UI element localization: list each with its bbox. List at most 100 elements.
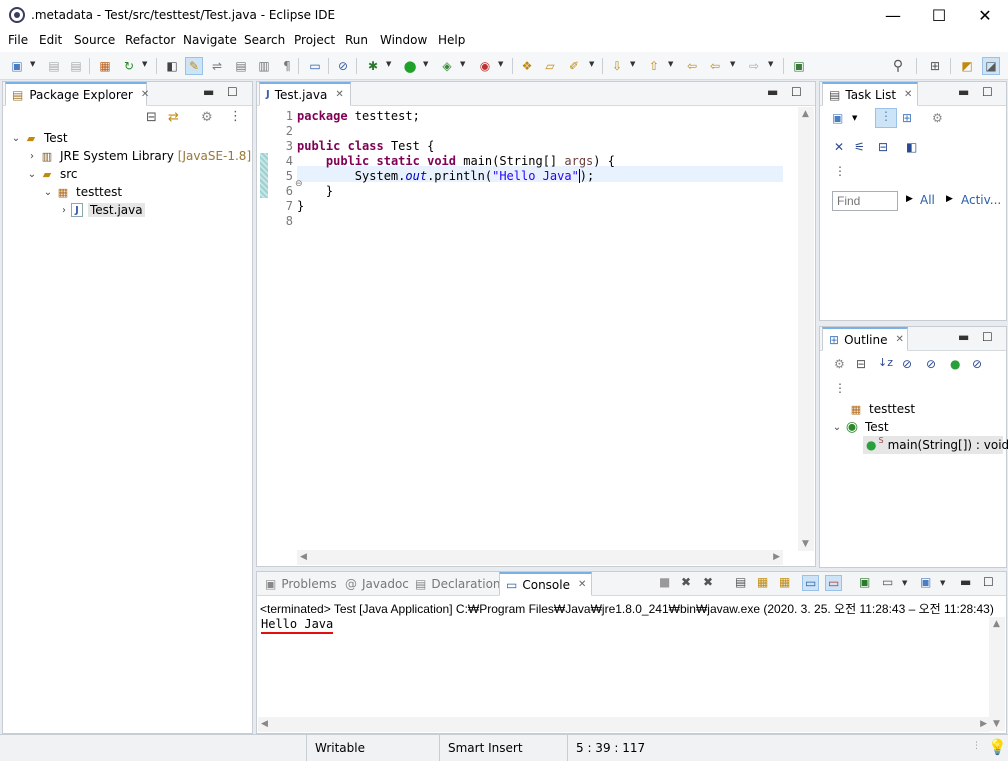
view-menu-icon[interactable]: ⋮ bbox=[834, 164, 846, 178]
outline-item-method[interactable]: ● S main(String[]) : void bbox=[863, 436, 1008, 454]
new-task-icon[interactable]: ▣ bbox=[832, 111, 843, 125]
tree-item-src[interactable]: ⌄ ▰ src bbox=[25, 165, 78, 183]
terminate-icon[interactable]: ■ bbox=[659, 575, 670, 589]
run-icon[interactable]: ● bbox=[401, 57, 419, 75]
tab-outline[interactable]: ⊞ Outline ✕ bbox=[822, 327, 908, 351]
paragraph-icon[interactable]: ¶ bbox=[278, 57, 296, 75]
last-edit-icon[interactable]: ⇦ bbox=[683, 57, 701, 75]
view-menu-icon[interactable]: ⋮ bbox=[834, 381, 846, 395]
open-perspective-icon[interactable]: ⊞ bbox=[926, 57, 944, 75]
close-tab-icon[interactable]: ✕ bbox=[904, 89, 912, 100]
menu-refactor[interactable]: Refactor bbox=[125, 33, 175, 47]
save-icon[interactable]: ▤ bbox=[45, 57, 63, 75]
scroll-left-icon[interactable]: ◀ bbox=[261, 719, 268, 729]
display-console-icon[interactable]: ▭ bbox=[882, 575, 893, 589]
close-tab-icon[interactable]: ✕ bbox=[578, 579, 586, 590]
all-link[interactable]: All bbox=[920, 193, 935, 207]
maximize-view-icon[interactable]: ☐ bbox=[982, 330, 993, 344]
tab-test-java[interactable]: J Test.java ✕ bbox=[259, 82, 351, 106]
scroll-left-icon[interactable]: ◀ bbox=[300, 552, 307, 562]
build-icon[interactable]: ▦ bbox=[96, 57, 114, 75]
menu-run[interactable]: Run bbox=[345, 33, 368, 47]
new-task-dropdown-icon[interactable]: ▼ bbox=[852, 114, 857, 122]
synchronize-icon[interactable]: ◧ bbox=[906, 140, 917, 154]
tree-item-project[interactable]: ⌄ ▰ Test bbox=[9, 129, 68, 147]
maximize-view-icon[interactable]: ☐ bbox=[227, 85, 238, 99]
tab-package-explorer[interactable]: ▤ Package Explorer ✕ bbox=[5, 82, 149, 106]
maximize-button[interactable]: ☐ bbox=[916, 0, 962, 30]
prev-annotation-icon[interactable]: ⇧ bbox=[645, 57, 663, 75]
next-annotation-dropdown-icon[interactable]: ▼ bbox=[630, 60, 635, 68]
open-console-icon[interactable]: ▣ bbox=[920, 575, 931, 589]
forward-icon[interactable]: ⇨ bbox=[745, 57, 763, 75]
maximize-view-icon[interactable]: ☐ bbox=[982, 85, 993, 99]
clear-console-icon[interactable]: ▤ bbox=[735, 575, 746, 589]
open-type-icon[interactable]: ▱ bbox=[541, 57, 559, 75]
chevron-down-icon[interactable]: ⌄ bbox=[41, 187, 55, 198]
display-dropdown-icon[interactable]: ▼ bbox=[902, 579, 907, 587]
scheduled-icon[interactable]: ⊞ bbox=[902, 111, 912, 125]
minimize-view-icon[interactable]: ▬ bbox=[960, 575, 971, 589]
menu-project[interactable]: Project bbox=[294, 33, 335, 47]
scroll-lock-icon[interactable]: ▦ bbox=[757, 575, 768, 589]
prev-annotation-dropdown-icon[interactable]: ▼ bbox=[668, 60, 673, 68]
hide-fields-icon[interactable]: ⊘ bbox=[902, 357, 912, 371]
hide-static-icon[interactable]: ⊘ bbox=[926, 357, 936, 371]
view-menu-icon[interactable]: ⋮ bbox=[229, 109, 242, 124]
tab-declaration[interactable]: ▤ Declaration bbox=[409, 572, 507, 596]
maximize-view-icon[interactable]: ☐ bbox=[983, 575, 994, 589]
coverage-icon[interactable]: ◈ bbox=[438, 57, 456, 75]
close-tab-icon[interactable]: ✕ bbox=[141, 89, 149, 100]
code-area[interactable]: package testtest; public class Test { pu… bbox=[257, 107, 787, 547]
debug-icon[interactable]: ✱ bbox=[364, 57, 382, 75]
collapse-all-icon[interactable]: ⊟ bbox=[856, 357, 866, 371]
menu-help[interactable]: Help bbox=[438, 33, 465, 47]
remove-all-launches-icon[interactable]: ✖ bbox=[703, 575, 713, 589]
search-tool-icon[interactable]: ✐ bbox=[565, 57, 583, 75]
show-whitespace-icon[interactable]: ▥ bbox=[255, 57, 273, 75]
open-console-dropdown-icon[interactable]: ▼ bbox=[940, 579, 945, 587]
scroll-right-icon[interactable]: ▶ bbox=[980, 719, 987, 729]
new-icon[interactable]: ▣ bbox=[8, 57, 26, 75]
skip-breakpoints-icon[interactable]: ⊘ bbox=[334, 57, 352, 75]
minimize-view-icon[interactable]: ▬ bbox=[203, 85, 214, 99]
tab-problems[interactable]: ▣ Problems bbox=[259, 572, 343, 596]
tree-item-package[interactable]: ⌄ ▦ testtest bbox=[41, 183, 122, 201]
debug-dropdown-icon[interactable]: ▼ bbox=[386, 60, 391, 68]
find-input[interactable] bbox=[832, 191, 898, 211]
remove-launch-icon[interactable]: ✖ bbox=[681, 575, 691, 589]
scroll-down-icon[interactable]: ▼ bbox=[993, 719, 1000, 729]
external-dropdown-icon[interactable]: ▼ bbox=[498, 60, 503, 68]
toggle-ws-icon[interactable]: ▤ bbox=[232, 57, 250, 75]
pin-editor-icon[interactable]: ▣ bbox=[790, 57, 808, 75]
chevron-down-icon[interactable]: ⌄ bbox=[25, 169, 39, 180]
menu-edit[interactable]: Edit bbox=[39, 33, 62, 47]
outline-item-package[interactable]: ▦ testtest bbox=[848, 400, 915, 418]
search-dropdown-icon[interactable]: ▼ bbox=[589, 60, 594, 68]
minimize-view-icon[interactable]: ▬ bbox=[958, 85, 969, 99]
minimize-button[interactable]: — bbox=[870, 0, 916, 30]
filters-icon[interactable]: ⚙ bbox=[834, 357, 845, 371]
word-wrap-icon[interactable]: ▦ bbox=[779, 575, 790, 589]
refresh-dropdown-icon[interactable]: ▼ bbox=[142, 60, 147, 68]
pin-console-icon[interactable]: ▣ bbox=[859, 575, 870, 589]
menu-file[interactable]: File bbox=[8, 33, 28, 47]
hide-completed-icon[interactable]: ✕ bbox=[834, 140, 844, 154]
new-dropdown-icon[interactable]: ▼ bbox=[30, 60, 35, 68]
java-ee-perspective-icon[interactable]: ◩ bbox=[958, 57, 976, 75]
minimize-view-icon[interactable]: ▬ bbox=[767, 85, 778, 99]
close-tab-icon[interactable]: ✕ bbox=[335, 89, 343, 100]
filters-icon[interactable]: ⚙ bbox=[201, 110, 213, 125]
collapse-all-icon[interactable]: ⊟ bbox=[878, 140, 888, 154]
search-icon[interactable]: ⚲ bbox=[889, 57, 907, 75]
activate-link[interactable]: Activ... bbox=[961, 193, 1001, 207]
tab-console[interactable]: ▭ Console ✕ bbox=[499, 572, 592, 596]
sort-icon[interactable]: ↓z bbox=[878, 356, 893, 369]
terminal-icon[interactable]: ▭ bbox=[306, 57, 324, 75]
next-annotation-icon[interactable]: ⇩ bbox=[608, 57, 626, 75]
close-button[interactable]: ✕ bbox=[962, 0, 1008, 30]
tree-item-jre[interactable]: › ▥ JRE System Library [JavaSE-1.8] bbox=[25, 147, 251, 165]
toggle-block-icon[interactable]: ⇌ bbox=[208, 57, 226, 75]
refresh-icon[interactable]: ↻ bbox=[120, 57, 138, 75]
new-java-project-icon[interactable]: ❖ bbox=[518, 57, 536, 75]
